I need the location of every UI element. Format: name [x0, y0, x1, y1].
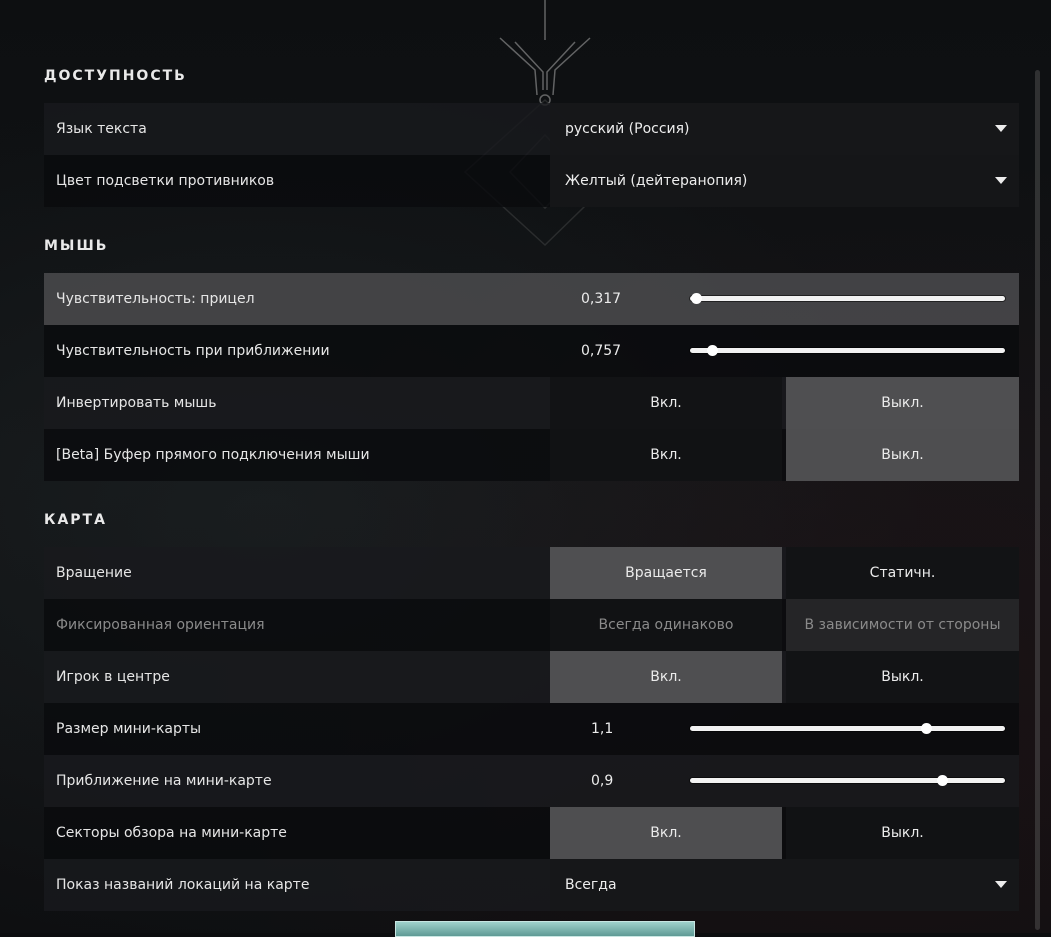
chevron-down-icon: [995, 881, 1007, 888]
setting-label: Приближение на мини-карте: [56, 773, 272, 789]
setting-row-location-names: Показ названий локаций на карте Всегда: [44, 859, 1019, 911]
setting-label: Язык текста: [56, 121, 147, 137]
option-off-button[interactable]: Выкл.: [786, 807, 1019, 859]
option-rotating-button[interactable]: Вращается: [550, 547, 782, 599]
option-off-button[interactable]: Выкл.: [786, 651, 1019, 703]
sensitivity-aim-slider[interactable]: [690, 293, 1005, 304]
setting-label: Секторы обзора на мини-карте: [56, 825, 287, 841]
location-names-dropdown[interactable]: Всегда: [550, 859, 1019, 911]
text-language-dropdown[interactable]: русский (Россия): [550, 103, 1019, 155]
dropdown-value: Желтый (дейтеранопия): [565, 173, 748, 189]
setting-row-fixed-orientation: Фиксированная ориентация Всегда одинаков…: [44, 599, 1019, 651]
setting-row-sensitivity-aim: Чувствительность: прицел 0,317: [44, 273, 1019, 325]
option-on-button[interactable]: Вкл.: [550, 651, 782, 703]
option-always-same-button: Всегда одинаково: [550, 599, 782, 651]
setting-label: Чувствительность при приближении: [56, 343, 330, 359]
minimap-zoom-control: 0,9: [550, 755, 1019, 807]
slider-thumb[interactable]: [921, 723, 933, 734]
enemy-highlight-dropdown[interactable]: Желтый (дейтеранопия): [550, 155, 1019, 207]
setting-row-minimap-size: Размер мини-карты 1,1: [44, 703, 1019, 755]
setting-label: Игрок в центре: [56, 669, 170, 685]
setting-row-enemy-highlight: Цвет подсветки противников Желтый (дейте…: [44, 155, 1019, 207]
slider-thumb[interactable]: [707, 345, 719, 356]
setting-label: Цвет подсветки противников: [56, 173, 275, 189]
invert-mouse-toggle: Вкл. Выкл.: [550, 377, 1019, 429]
setting-label: Размер мини-карты: [56, 721, 202, 737]
minimap-size-slider[interactable]: [690, 723, 1005, 734]
slider-value[interactable]: 0,757: [581, 325, 621, 377]
slider-thumb[interactable]: [937, 775, 948, 786]
fixed-orientation-toggle: Всегда одинаково В зависимости от сторон…: [550, 599, 1019, 651]
sensitivity-zoom-slider[interactable]: [690, 345, 1005, 356]
rotation-toggle: Вращается Статичн.: [550, 547, 1019, 599]
setting-row-raw-input-buffer: [Beta] Буфер прямого подключения мыши Вк…: [44, 429, 1019, 481]
minimap-zoom-slider[interactable]: [690, 775, 1005, 786]
raw-input-toggle: Вкл. Выкл.: [550, 429, 1019, 481]
player-centered-toggle: Вкл. Выкл.: [550, 651, 1019, 703]
bottom-action-tab[interactable]: [395, 921, 695, 937]
vision-cones-toggle: Вкл. Выкл.: [550, 807, 1019, 859]
setting-row-minimap-zoom: Приближение на мини-карте 0,9: [44, 755, 1019, 807]
dropdown-value: русский (Россия): [565, 121, 690, 137]
setting-label: Вращение: [56, 565, 132, 581]
section-title-accessibility: ДОСТУПНОСТЬ: [44, 68, 187, 84]
setting-label: Инвертировать мышь: [56, 395, 217, 411]
slider-value[interactable]: 0,317: [581, 273, 621, 325]
setting-row-rotation: Вращение Вращается Статичн.: [44, 547, 1019, 599]
setting-row-player-centered: Игрок в центре Вкл. Выкл.: [44, 651, 1019, 703]
scrollbar[interactable]: [1035, 70, 1040, 930]
setting-label: Показ названий локаций на карте: [56, 877, 310, 893]
dropdown-value: Всегда: [565, 877, 617, 893]
section-title-mouse: МЫШЬ: [44, 238, 109, 254]
option-on-button[interactable]: Вкл.: [550, 377, 782, 429]
option-off-button[interactable]: Выкл.: [786, 429, 1019, 481]
slider-thumb[interactable]: [691, 293, 703, 304]
setting-row-text-language: Язык текста русский (Россия): [44, 103, 1019, 155]
slider-value[interactable]: 0,9: [591, 755, 613, 807]
setting-label: Фиксированная ориентация: [56, 617, 265, 633]
chevron-down-icon: [995, 177, 1007, 184]
option-by-side-button: В зависимости от стороны: [786, 599, 1019, 651]
setting-label: Чувствительность: прицел: [56, 291, 255, 307]
option-static-button[interactable]: Статичн.: [786, 547, 1019, 599]
setting-row-invert-mouse: Инвертировать мышь Вкл. Выкл.: [44, 377, 1019, 429]
sensitivity-zoom-control: 0,757: [550, 325, 1019, 377]
option-on-button[interactable]: Вкл.: [550, 429, 782, 481]
option-on-button[interactable]: Вкл.: [550, 807, 782, 859]
setting-row-sensitivity-zoom: Чувствительность при приближении 0,757: [44, 325, 1019, 377]
slider-value[interactable]: 1,1: [591, 703, 613, 755]
sensitivity-aim-control: 0,317: [550, 273, 1019, 325]
chevron-down-icon: [995, 125, 1007, 132]
setting-label: [Beta] Буфер прямого подключения мыши: [56, 447, 370, 463]
minimap-size-control: 1,1: [550, 703, 1019, 755]
setting-row-vision-cones: Секторы обзора на мини-карте Вкл. Выкл.: [44, 807, 1019, 859]
option-off-button[interactable]: Выкл.: [786, 377, 1019, 429]
section-title-map: КАРТА: [44, 512, 107, 528]
